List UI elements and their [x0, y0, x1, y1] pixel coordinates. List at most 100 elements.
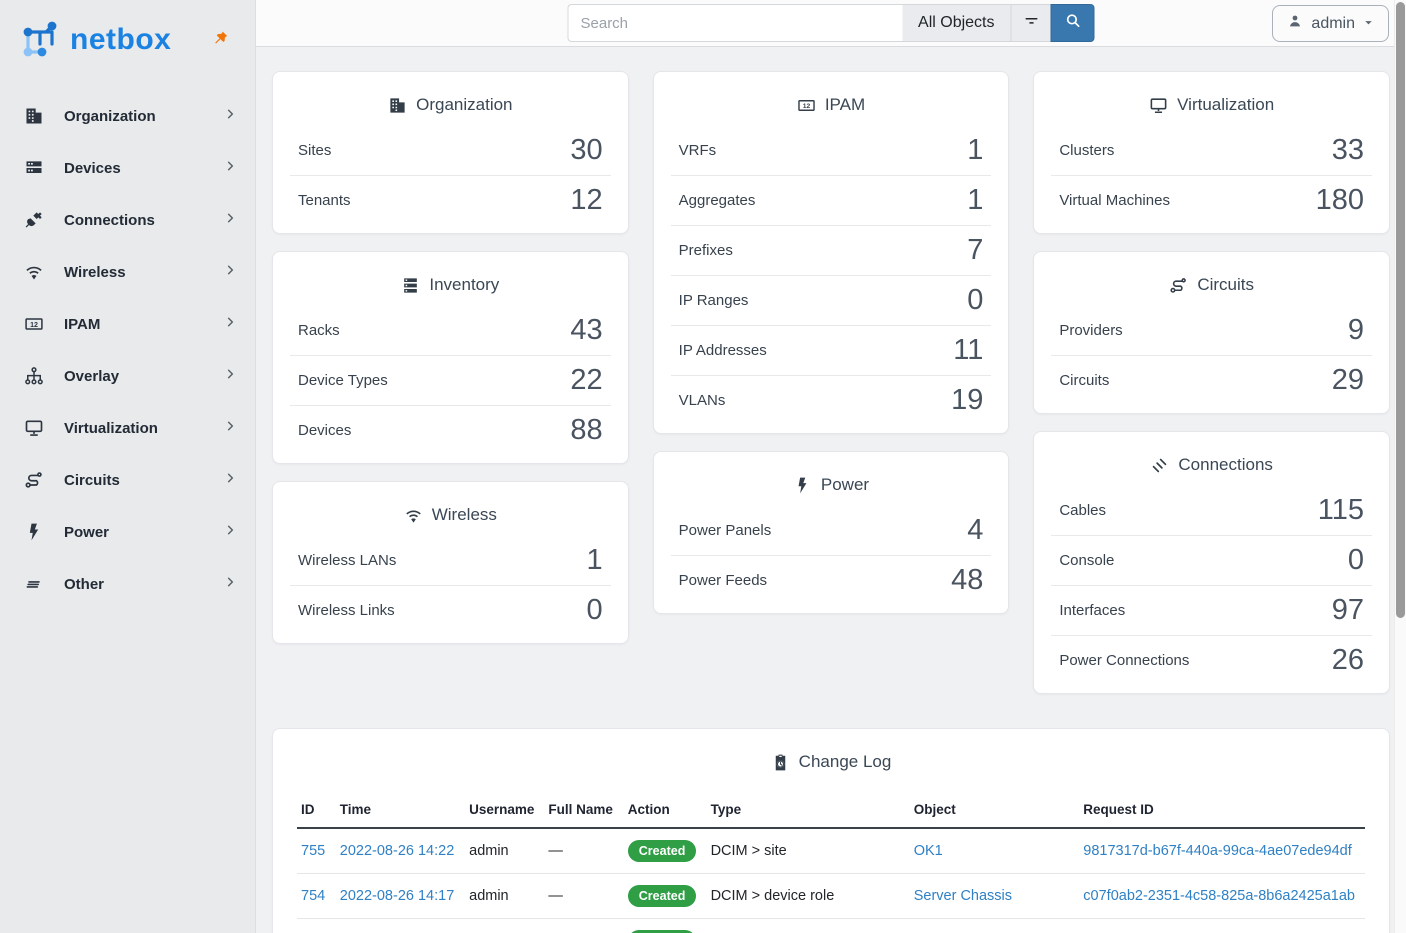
chevron-right-icon	[223, 471, 237, 490]
pin-sidebar-icon[interactable]	[211, 29, 229, 52]
col-username: Username	[465, 796, 544, 828]
col-time: Time	[336, 796, 465, 828]
changelog-type: DCIM > device role	[711, 888, 835, 904]
change-log-header: Change Log	[273, 729, 1389, 782]
stat-row-racks[interactable]: Racks 43	[290, 305, 611, 355]
stat-row-interfaces[interactable]: Interfaces 97	[1051, 585, 1372, 635]
changelog-username: admin	[469, 888, 509, 904]
changelog-time-link[interactable]: 2022-08-26 14:17	[340, 888, 455, 904]
sidebar-item-overlay[interactable]: Overlay	[0, 350, 255, 402]
dashboard-content: Organization Sites 30 Tenants 12	[256, 47, 1406, 933]
scrollbar-track[interactable]	[1394, 0, 1406, 933]
tree-icon	[24, 366, 44, 386]
stat-row-providers[interactable]: Providers 9	[1051, 305, 1372, 355]
stat-row-power-connections[interactable]: Power Connections 26	[1051, 635, 1372, 685]
changelog-object-link[interactable]: Server Chassis	[914, 888, 1012, 904]
monitor-icon	[24, 418, 44, 438]
stat-row-ip-ranges[interactable]: IP Ranges 0	[671, 275, 992, 325]
stat-row-wireless-links[interactable]: Wireless Links 0	[290, 585, 611, 635]
stat-row-devices[interactable]: Devices 88	[290, 405, 611, 455]
changelog-type: DCIM > site	[711, 843, 787, 859]
topbar: All Objects admin	[256, 0, 1406, 47]
stat-row-vrfs[interactable]: VRFs 1	[671, 125, 992, 175]
stat-row-virtual-machines[interactable]: Virtual Machines 180	[1051, 175, 1372, 225]
route-icon	[24, 470, 44, 490]
lines-icon	[24, 574, 44, 594]
sidebar-item-circuits[interactable]: Circuits	[0, 454, 255, 506]
logo-row: netbox	[0, 0, 255, 76]
search-bar: All Objects	[568, 4, 1095, 42]
chevron-right-icon	[223, 575, 237, 594]
sidebar-item-ipam[interactable]: 12 IPAM	[0, 298, 255, 350]
card-circuits-header: Circuits	[1034, 252, 1389, 305]
clipboard-clock-icon	[771, 753, 790, 772]
card-virtualization: Virtualization Clusters 33 Virtual Machi…	[1033, 71, 1390, 234]
stat-row-clusters[interactable]: Clusters 33	[1051, 125, 1372, 175]
change-log-title: Change Log	[799, 752, 892, 772]
wifi-icon	[404, 506, 423, 525]
card-power: Power Power Panels 4 Power Feeds 48	[653, 451, 1010, 614]
changelog-object-link[interactable]: OK1	[914, 843, 943, 859]
stat-row-power-feeds[interactable]: Power Feeds 48	[671, 555, 992, 605]
card-inventory: Inventory Racks 43 Device Types 22	[272, 251, 629, 464]
changelog-id-link[interactable]: 755	[301, 843, 325, 859]
stat-row-device-types[interactable]: Device Types 22	[290, 355, 611, 405]
card-title: Wireless	[432, 505, 497, 525]
filter-button[interactable]	[1011, 4, 1051, 42]
filter-icon	[1022, 12, 1040, 35]
card-power-header: Power	[654, 452, 1009, 505]
stat-row-prefixes[interactable]: Prefixes 7	[671, 225, 992, 275]
changelog-username: admin	[469, 843, 509, 859]
card-wireless: Wireless Wireless LANs 1 Wireless Links …	[272, 481, 629, 644]
main-area: All Objects admin	[256, 0, 1406, 933]
sidebar-item-virtualization[interactable]: Virtualization	[0, 402, 255, 454]
action-badge: Created	[628, 885, 697, 907]
stat-row-ip-addresses[interactable]: IP Addresses 11	[671, 325, 992, 375]
changelog-request-id-link[interactable]: 9817317d-b67f-440a-99ca-4ae07ede94df	[1083, 843, 1351, 859]
stat-row-sites[interactable]: Sites 30	[290, 125, 611, 175]
stat-row-aggregates[interactable]: Aggregates 1	[671, 175, 992, 225]
search-input[interactable]	[568, 4, 903, 42]
svg-text:12: 12	[803, 103, 811, 110]
counter-icon: 12	[24, 314, 44, 334]
bolt-icon	[793, 476, 812, 495]
card-inventory-header: Inventory	[273, 252, 628, 305]
stat-row-power-panels[interactable]: Power Panels 4	[671, 505, 992, 555]
route-icon	[1169, 276, 1188, 295]
stat-row-cables[interactable]: Cables 115	[1051, 485, 1372, 535]
card-virtualization-header: Virtualization	[1034, 72, 1389, 125]
sidebar-item-power[interactable]: Power	[0, 506, 255, 558]
stat-row-tenants[interactable]: Tenants 12	[290, 175, 611, 225]
card-ipam-header: 12 IPAM	[654, 72, 1009, 125]
chevron-right-icon	[223, 107, 237, 126]
svg-text:12: 12	[30, 321, 38, 329]
card-title: IPAM	[825, 95, 865, 115]
person-icon	[1287, 13, 1303, 34]
card-title: Inventory	[429, 275, 499, 295]
sidebar-item-other[interactable]: Other	[0, 558, 255, 610]
col-full-name: Full Name	[544, 796, 623, 828]
stat-row-wireless-lans[interactable]: Wireless LANs 1	[290, 535, 611, 585]
col-id: ID	[297, 796, 336, 828]
stat-row-vlans[interactable]: VLANs 19	[671, 375, 992, 425]
sidebar-item-wireless[interactable]: Wireless	[0, 246, 255, 298]
changelog-time-link[interactable]: 2022-08-26 14:22	[340, 843, 455, 859]
counter-icon: 12	[797, 96, 816, 115]
search-scope-select[interactable]: All Objects	[902, 4, 1010, 42]
sidebar-item-connections[interactable]: Connections	[0, 194, 255, 246]
stat-row-console[interactable]: Console 0	[1051, 535, 1372, 585]
user-menu-button[interactable]: admin	[1272, 5, 1389, 42]
card-connections: Connections Cables 115 Console 0	[1033, 431, 1390, 694]
building-icon	[388, 96, 407, 115]
chevron-right-icon	[223, 523, 237, 542]
plug-icon	[24, 210, 44, 230]
changelog-request-id-link[interactable]: c07f0ab2-2351-4c58-825a-8b6a2425a1ab	[1083, 888, 1355, 904]
stat-row-circuits[interactable]: Circuits 29	[1051, 355, 1372, 405]
sidebar-item-devices[interactable]: Devices	[0, 142, 255, 194]
sidebar-item-organization[interactable]: Organization	[0, 90, 255, 142]
search-button[interactable]	[1051, 4, 1095, 42]
changelog-id-link[interactable]: 754	[301, 888, 325, 904]
scrollbar-thumb[interactable]	[1396, 2, 1405, 618]
sidebar: netbox Organization Devices	[0, 0, 256, 933]
chevron-right-icon	[223, 263, 237, 282]
